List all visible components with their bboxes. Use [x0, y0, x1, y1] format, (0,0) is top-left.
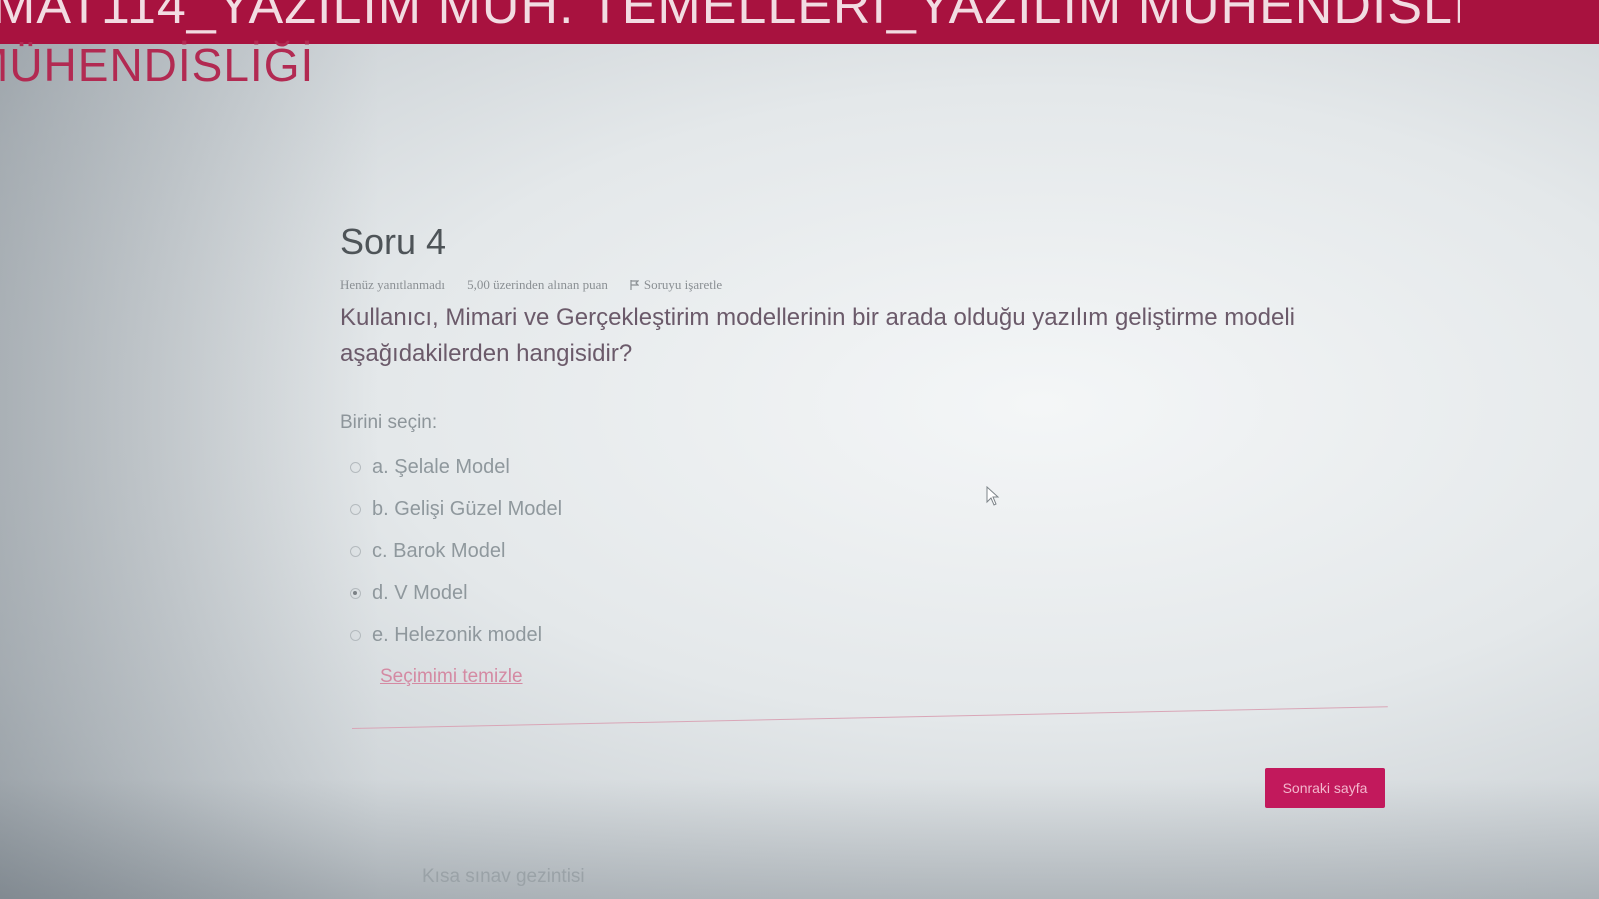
course-title-line1: MAT114_YAZILIM MÜH. TEMELLERİ_YAZILIM MÜ… [0, 0, 1460, 35]
question-info: Henüz yanıtlanmadı 5,00 üzerinden alınan… [340, 276, 1390, 294]
answer-option-c[interactable]: c. Barok Model [350, 530, 1390, 572]
question-status: Henüz yanıtlanmadı [340, 277, 446, 292]
radio-button[interactable] [350, 461, 361, 473]
answer-option-b[interactable]: b. Gelişi Güzel Model [350, 488, 1390, 530]
radio-button-selected[interactable] [350, 587, 361, 599]
course-title-line2: MÜHENDİSLİĞİ [0, 39, 315, 91]
question-text: Kullanıcı, Mimari ve Gerçekleştirim mode… [340, 304, 1296, 367]
answer-label: b. Gelişi Güzel Model [372, 497, 563, 520]
answer-label: a. Şelale Model [372, 455, 510, 478]
question-points: 5,00 üzerinden alınan puan [467, 277, 608, 292]
flag-question-link[interactable]: Soruyu işaretle [630, 277, 722, 293]
answer-option-d[interactable]: d. V Model [350, 572, 1390, 614]
clear-selection-link[interactable]: Seçimimi temizle [380, 666, 523, 688]
answer-label: d. V Model [372, 581, 468, 604]
question-container: Soru 4 Henüz yanıtlanmadı 5,00 üzerinden… [340, 222, 1390, 688]
radio-button[interactable] [350, 545, 361, 557]
quiz-navigation-heading: Kısa sınav gezintisi [422, 866, 585, 887]
screen-shade-left [0, 0, 380, 899]
answer-options: a. Şelale Model b. Gelişi Güzel Model c.… [350, 446, 1390, 656]
radio-button[interactable] [350, 629, 361, 641]
answer-label: c. Barok Model [372, 539, 506, 562]
flag-icon [630, 280, 639, 290]
mouse-pointer-icon [986, 486, 1000, 506]
question-number: Soru 4 [340, 221, 447, 262]
answer-label: e. Helezonik model [372, 623, 543, 646]
flag-question-label: Soruyu işaretle [643, 277, 723, 292]
next-page-button[interactable]: Sonraki sayfa [1265, 768, 1385, 808]
question-divider [351, 706, 1388, 729]
answer-prompt: Birini seçin: [340, 412, 438, 433]
radio-button[interactable] [350, 503, 361, 515]
answer-option-a[interactable]: a. Şelale Model [350, 446, 1390, 488]
answer-option-e[interactable]: e. Helezonik model [350, 614, 1390, 656]
